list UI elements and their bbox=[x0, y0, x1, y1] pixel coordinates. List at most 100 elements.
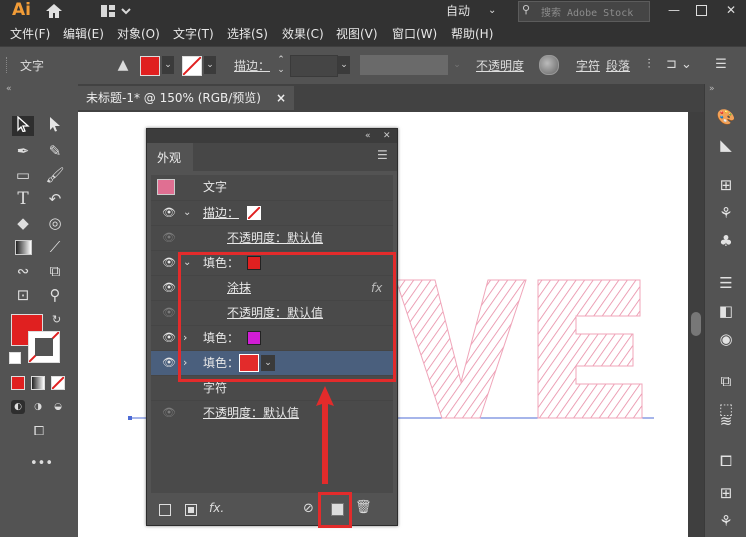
menu-file[interactable]: 文件(F) bbox=[10, 26, 50, 42]
eraser-tool-icon[interactable]: ◆ bbox=[12, 213, 34, 233]
arrange-documents-icon[interactable] bbox=[100, 4, 134, 18]
zoom-tool-icon[interactable]: ⚲ bbox=[44, 285, 66, 305]
close-window-button[interactable]: ✕ bbox=[718, 0, 744, 22]
document-tab[interactable]: 未标题-1* @ 150% (RGB/预览) × bbox=[78, 86, 294, 110]
color-guide-icon[interactable]: ◣ bbox=[715, 134, 737, 156]
menu-help[interactable]: 帮助(H) bbox=[451, 26, 493, 42]
maximize-button[interactable] bbox=[690, 0, 714, 22]
screen-mode-icon[interactable]: ⧠ bbox=[28, 424, 50, 440]
expand-arrow-icon[interactable]: ⌄ bbox=[183, 201, 191, 225]
visibility-eye-icon[interactable]: 👁 bbox=[161, 407, 177, 419]
eyedropper-tool-icon[interactable]: ⟋ bbox=[44, 237, 66, 257]
color-panel-icon[interactable]: 🎨 bbox=[715, 106, 737, 128]
add-new-effect-icon[interactable]: fx. bbox=[209, 501, 224, 515]
pen-tool-icon[interactable]: ✒ bbox=[12, 141, 34, 161]
clear-appearance-icon[interactable]: ⊘ bbox=[303, 501, 314, 516]
fill-color-swatch[interactable] bbox=[140, 56, 160, 76]
color-mode-button[interactable] bbox=[11, 376, 25, 390]
home-icon[interactable] bbox=[44, 2, 64, 20]
visibility-eye-icon[interactable]: 👁 bbox=[161, 232, 177, 244]
stroke-label[interactable]: 描边： bbox=[234, 57, 270, 74]
paintbrush-tool-icon[interactable]: 🖌 bbox=[44, 165, 66, 185]
gradient-panel-icon[interactable]: ◧ bbox=[715, 300, 737, 322]
scroll-thumb[interactable] bbox=[691, 312, 701, 336]
gradient-tool-icon[interactable] bbox=[12, 237, 34, 257]
stroke-swatch[interactable] bbox=[247, 206, 261, 220]
object-opacity-row[interactable]: 👁 不透明度：默认值 bbox=[151, 400, 393, 425]
menu-select[interactable]: 选择(S) bbox=[227, 26, 268, 42]
menu-view[interactable]: 视图(V) bbox=[336, 26, 378, 42]
artboards-panel-icon[interactable]: ⧠ bbox=[715, 450, 737, 472]
collapse-tools-icon[interactable]: « bbox=[6, 84, 12, 94]
more-tools-icon[interactable]: ••• bbox=[30, 456, 53, 471]
stock-search-field[interactable]: ⚲ 搜索 Adobe Stock bbox=[518, 1, 650, 22]
minimize-button[interactable]: — bbox=[660, 0, 688, 22]
add-new-fill-icon[interactable] bbox=[185, 504, 197, 516]
stroke-row[interactable]: 👁 ⌄ 描边： bbox=[151, 200, 393, 225]
layers-panel-icon[interactable]: ≋ bbox=[715, 410, 737, 432]
delete-item-icon[interactable]: 🗑 bbox=[355, 500, 372, 515]
gradient-mode-button[interactable] bbox=[31, 376, 45, 390]
stroke-panel-icon[interactable]: ☰ bbox=[715, 272, 737, 294]
workspace-switcher[interactable]: 自动 ⌄ bbox=[446, 2, 502, 20]
paragraph-panel-link[interactable]: 段落 bbox=[606, 57, 630, 74]
stroke-weight-stepper[interactable]: ⌃ ⌄ bbox=[274, 55, 288, 75]
stroke-opacity-row[interactable]: 👁 不透明度：默认值 bbox=[151, 225, 393, 250]
draw-inside-icon[interactable]: ◒ bbox=[51, 400, 65, 414]
menu-effect[interactable]: 效果(C) bbox=[282, 26, 324, 42]
stroke-weight-dropdown[interactable]: ⌄ bbox=[338, 56, 350, 74]
panel-menu-icon[interactable]: ☰ bbox=[377, 148, 388, 162]
stroke-weight-input[interactable] bbox=[290, 55, 338, 77]
profile-dropdown[interactable]: ⌄ bbox=[450, 56, 464, 74]
panel-menu-icon[interactable]: ☰ bbox=[712, 57, 730, 73]
artboard-tool-icon[interactable]: ⊡ bbox=[12, 285, 34, 305]
visibility-eye-icon[interactable]: 👁 bbox=[161, 282, 177, 294]
opacity-label[interactable]: 不透明度：默认值 bbox=[203, 401, 299, 425]
transform-icon[interactable]: ⊐ ⌄ bbox=[664, 57, 694, 73]
swatches-panel-icon[interactable]: ⊞ bbox=[715, 174, 737, 196]
visibility-eye-icon[interactable]: 👁 bbox=[161, 332, 177, 344]
default-colors-icon[interactable] bbox=[9, 352, 21, 364]
stroke-dropdown[interactable]: ⌄ bbox=[204, 56, 216, 74]
brushes-panel-icon[interactable]: ⚘ bbox=[715, 202, 737, 224]
menu-object[interactable]: 对象(O) bbox=[117, 26, 160, 42]
stroke-label[interactable]: 描边： bbox=[203, 201, 239, 225]
add-new-stroke-icon[interactable] bbox=[159, 504, 171, 516]
blend-tool-icon[interactable]: ∾ bbox=[12, 261, 34, 281]
close-panel-icon[interactable]: ✕ bbox=[383, 129, 391, 143]
menu-window[interactable]: 窗口(W) bbox=[392, 26, 437, 42]
asset-export-icon[interactable]: ⊞ bbox=[715, 482, 737, 504]
draw-behind-icon[interactable]: ◑ bbox=[31, 400, 45, 414]
vertical-scrollbar[interactable] bbox=[688, 112, 704, 537]
appearance-panel-icon[interactable]: ⧉ bbox=[715, 370, 737, 392]
direct-selection-tool-icon[interactable] bbox=[44, 116, 66, 136]
opacity-label[interactable]: 不透明度 bbox=[476, 57, 524, 74]
stroke-color-swatch[interactable] bbox=[182, 56, 202, 76]
rotate-tool-icon[interactable]: ↶ bbox=[44, 189, 66, 209]
fill-dropdown[interactable]: ⌄ bbox=[162, 56, 174, 74]
visibility-eye-icon[interactable]: 👁 bbox=[161, 357, 177, 369]
type-tool-icon[interactable]: T bbox=[12, 189, 34, 209]
character-panel-link[interactable]: 字符 bbox=[576, 57, 600, 74]
transparency-panel-icon[interactable]: ◉ bbox=[715, 328, 737, 350]
visibility-eye-icon[interactable]: 👁 bbox=[161, 257, 177, 269]
visibility-eye-icon[interactable]: 👁 bbox=[161, 207, 177, 219]
object-header-row[interactable]: 文字 bbox=[151, 175, 393, 199]
swap-fill-stroke-icon[interactable]: ↻ bbox=[52, 313, 61, 326]
close-tab-icon[interactable]: × bbox=[276, 86, 286, 110]
none-mode-button[interactable] bbox=[51, 376, 65, 390]
symbols-panel-icon[interactable]: ♣ bbox=[715, 230, 737, 252]
menu-edit[interactable]: 编辑(E) bbox=[63, 26, 104, 42]
draw-normal-icon[interactable]: ◐ bbox=[11, 400, 25, 414]
align-icon[interactable]: ⫶ bbox=[640, 57, 658, 73]
collapse-panel-icon[interactable]: « bbox=[365, 129, 371, 143]
opacity-label[interactable]: 不透明度：默认值 bbox=[227, 226, 323, 250]
rectangle-tool-icon[interactable]: ▭ bbox=[12, 165, 34, 185]
libraries-panel-icon[interactable]: ⚘ bbox=[715, 510, 737, 532]
warning-icon[interactable]: ▲ bbox=[114, 57, 132, 73]
visibility-eye-icon[interactable]: 👁 bbox=[161, 307, 177, 319]
live-paint-tool-icon[interactable]: ⧉ bbox=[44, 261, 66, 281]
collapse-dock-icon[interactable]: » bbox=[709, 84, 715, 94]
menu-type[interactable]: 文字(T) bbox=[173, 26, 214, 42]
warp-tool-icon[interactable]: ◎ bbox=[44, 213, 66, 233]
